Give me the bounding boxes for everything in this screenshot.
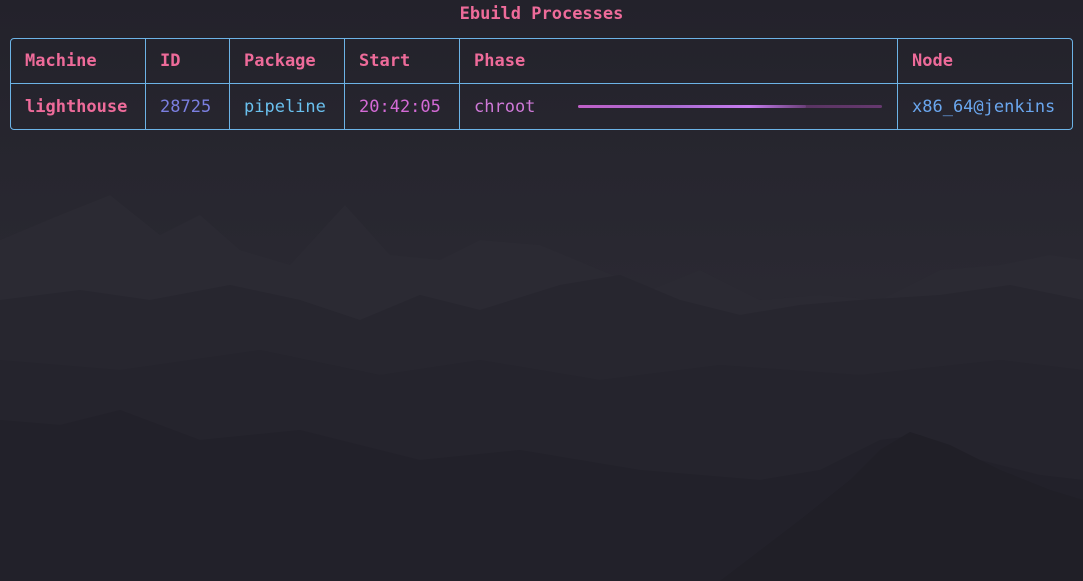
cell-start[interactable]: 20:42:05	[345, 84, 460, 129]
column-header-id[interactable]: ID	[146, 39, 230, 84]
cell-machine[interactable]: lighthouse	[11, 84, 146, 129]
column-header-machine[interactable]: Machine	[11, 39, 146, 84]
process-table: Machine ID Package Start Phase Node ligh…	[10, 38, 1073, 130]
column-header-package[interactable]: Package	[230, 39, 345, 84]
column-header-node[interactable]: Node	[898, 39, 1072, 84]
phase-progress-bar	[578, 105, 882, 108]
phase-label: chroot	[474, 96, 536, 117]
phase-progress-fill	[578, 105, 806, 108]
cell-package[interactable]: pipeline	[230, 84, 345, 129]
window-title: Ebuild Processes	[459, 4, 624, 24]
column-header-phase[interactable]: Phase	[460, 39, 898, 84]
cell-node[interactable]: x86_64@jenkins	[898, 84, 1072, 129]
cell-phase[interactable]: chroot	[460, 84, 898, 129]
cell-id[interactable]: 28725	[146, 84, 230, 129]
column-header-start[interactable]: Start	[345, 39, 460, 84]
